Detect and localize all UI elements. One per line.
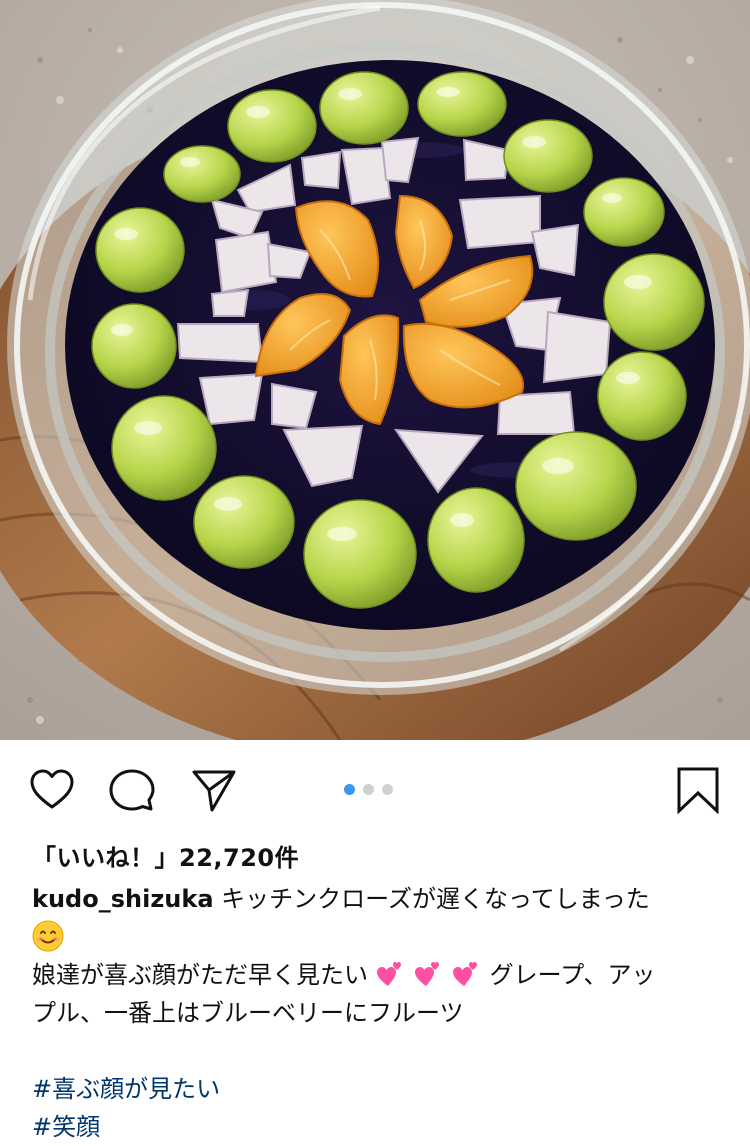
two-hearts-emoji <box>377 962 401 986</box>
post-action-bar <box>0 740 750 840</box>
caption-line-2: 娘達が喜ぶ顔がただ早く見たい グレープ、アッ <box>32 956 722 994</box>
smiling-face-emoji <box>32 920 64 952</box>
caption-text: キッチンクローズが遅くなってしまった <box>221 885 650 913</box>
caption-line-3: プル、一番上はブルーベリーにフルーツ <box>32 999 464 1027</box>
post-photo[interactable] <box>0 0 750 740</box>
bookmark-icon <box>677 767 719 814</box>
caption-text: グレープ、アッ <box>489 961 656 989</box>
comment-icon <box>109 769 155 811</box>
paper-plane-icon <box>192 770 236 812</box>
carousel-dot-active <box>344 784 355 795</box>
comment-button[interactable] <box>104 762 160 818</box>
caption-emoji-line <box>32 918 722 956</box>
carousel-dot <box>363 784 374 795</box>
hashtag-link[interactable]: #喜ぶ顔が見たい <box>32 1070 722 1108</box>
likes-count[interactable]: 「いいね！」22,720件 <box>32 838 299 873</box>
hashtag-link[interactable]: #笑顔 <box>32 1108 722 1146</box>
two-hearts-emoji <box>415 962 439 986</box>
like-button[interactable] <box>24 762 80 818</box>
caption-line-1: kudo_shizuka キッチンクローズが遅くなってしまった <box>32 880 722 918</box>
two-hearts-emoji <box>453 962 477 986</box>
carousel-indicator <box>344 784 393 795</box>
carousel-dot <box>382 784 393 795</box>
share-button[interactable] <box>186 762 242 818</box>
caption-text: 娘達が喜ぶ顔がただ早く見たい <box>32 961 368 989</box>
jelly-bowl-image <box>0 0 750 740</box>
caption-username[interactable]: kudo_shizuka <box>32 885 214 913</box>
post-caption: kudo_shizuka キッチンクローズが遅くなってしまった 娘達が喜ぶ顔がた… <box>32 880 722 1146</box>
save-button[interactable] <box>670 762 726 818</box>
heart-outline-icon <box>30 769 74 809</box>
